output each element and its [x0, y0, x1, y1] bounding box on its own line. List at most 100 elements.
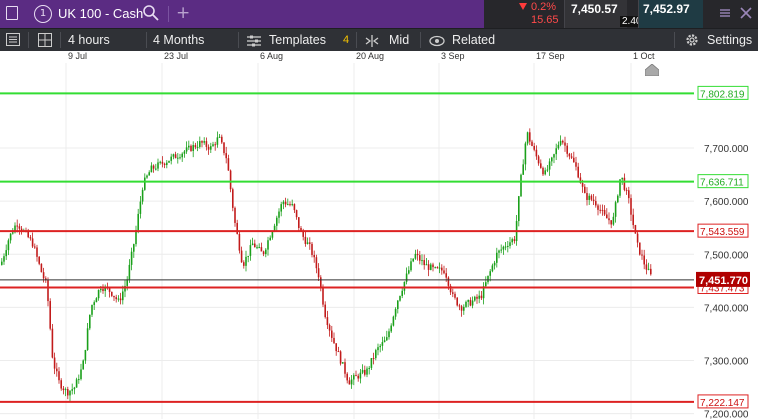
candle	[284, 201, 287, 205]
buy-price: 7,452.97	[643, 2, 690, 16]
candle	[216, 137, 219, 145]
candle	[586, 193, 588, 200]
candle	[117, 298, 120, 300]
candle	[71, 389, 73, 391]
candle	[562, 140, 564, 143]
eye-icon[interactable]	[429, 34, 445, 47]
candle	[58, 371, 60, 381]
candle	[137, 213, 139, 230]
candle	[474, 296, 476, 301]
date-axis: 9 Jul 23 Jul 6 Aug 20 Aug 3 Sep 17 Sep 1…	[0, 51, 758, 63]
candle	[592, 199, 595, 202]
related-button[interactable]: Related	[452, 29, 495, 51]
scroll-latest-icon[interactable]	[644, 63, 660, 77]
candle	[595, 201, 597, 206]
change-percent: 0.2%	[531, 1, 557, 13]
buy-button[interactable]: 7,452.97	[638, 0, 703, 28]
sell-button[interactable]: 7,450.57	[564, 0, 627, 28]
candle	[5, 250, 7, 257]
candle	[201, 141, 203, 143]
candle	[122, 291, 124, 301]
candle	[434, 267, 436, 269]
candle	[161, 161, 164, 164]
candle	[608, 218, 610, 221]
window-icon[interactable]	[6, 6, 18, 20]
mid-icon[interactable]	[365, 34, 379, 47]
candle	[328, 325, 331, 331]
candle	[436, 267, 439, 269]
toolbar-divider	[356, 32, 357, 48]
candle	[339, 351, 342, 364]
candle	[469, 299, 472, 306]
search-icon[interactable]	[142, 4, 160, 22]
candle	[144, 177, 146, 190]
candle	[1, 261, 3, 265]
candle	[621, 177, 623, 180]
y-tick-label: 7,300.000	[704, 357, 749, 368]
candle	[34, 246, 36, 248]
candle	[357, 375, 359, 379]
gear-icon[interactable]	[685, 33, 699, 47]
candle	[522, 164, 524, 175]
candle	[533, 145, 535, 150]
templates-button[interactable]: Templates	[269, 29, 326, 51]
candle	[62, 388, 65, 391]
candle	[295, 210, 298, 218]
candle	[183, 151, 186, 154]
price-chart[interactable]: 7,700.000 7,600.000 7,500.000 7,400.000 7,30…	[0, 63, 758, 419]
candle	[381, 342, 384, 346]
mid-button[interactable]: Mid	[389, 29, 409, 51]
candle	[267, 240, 269, 250]
candle	[548, 161, 551, 170]
y-tick-label: 7,500.000	[704, 250, 749, 261]
close-icon[interactable]	[739, 6, 753, 20]
candle	[344, 362, 346, 374]
candle	[399, 296, 401, 301]
menu-icon[interactable]	[6, 33, 20, 46]
candle	[397, 300, 399, 310]
candle	[647, 268, 650, 270]
candle	[174, 154, 177, 159]
candle	[524, 143, 527, 165]
toolbar-divider	[238, 32, 239, 48]
candle	[78, 379, 80, 381]
candle	[445, 273, 447, 278]
candle	[641, 254, 643, 256]
candle	[368, 367, 370, 369]
level-lines	[0, 92, 694, 403]
templates-icon[interactable]	[247, 34, 261, 47]
candle	[298, 217, 300, 228]
candle	[42, 272, 45, 279]
candle	[540, 163, 542, 168]
add-tab-icon[interactable]: +	[176, 3, 190, 23]
interval-selector[interactable]: 4 hours	[68, 29, 110, 51]
minimize-icon[interactable]	[718, 6, 732, 20]
candle	[207, 146, 210, 150]
candle	[276, 217, 278, 226]
toolbar-divider	[674, 32, 675, 48]
candle	[29, 237, 32, 239]
candle	[93, 302, 95, 305]
candle	[375, 350, 377, 359]
chart-toolbar: 4 hours 4 Months Templates 4 Mid Related…	[0, 28, 758, 51]
candle	[575, 162, 577, 167]
candle	[416, 253, 419, 256]
candle	[441, 267, 443, 271]
range-selector[interactable]: 4 Months	[153, 29, 204, 51]
candle	[478, 295, 480, 299]
candle	[632, 214, 634, 226]
candle	[590, 195, 593, 200]
candle	[509, 242, 511, 246]
candle	[218, 136, 221, 138]
candle	[49, 301, 51, 329]
candle	[152, 165, 155, 169]
instrument-number-icon[interactable]: 1	[34, 5, 52, 23]
candle	[309, 242, 311, 244]
candle	[566, 145, 568, 154]
candle	[529, 132, 531, 142]
candle	[650, 268, 652, 275]
layout-icon[interactable]	[38, 33, 52, 47]
candle	[113, 295, 115, 298]
candle	[170, 156, 172, 161]
settings-button[interactable]: Settings	[707, 29, 752, 51]
